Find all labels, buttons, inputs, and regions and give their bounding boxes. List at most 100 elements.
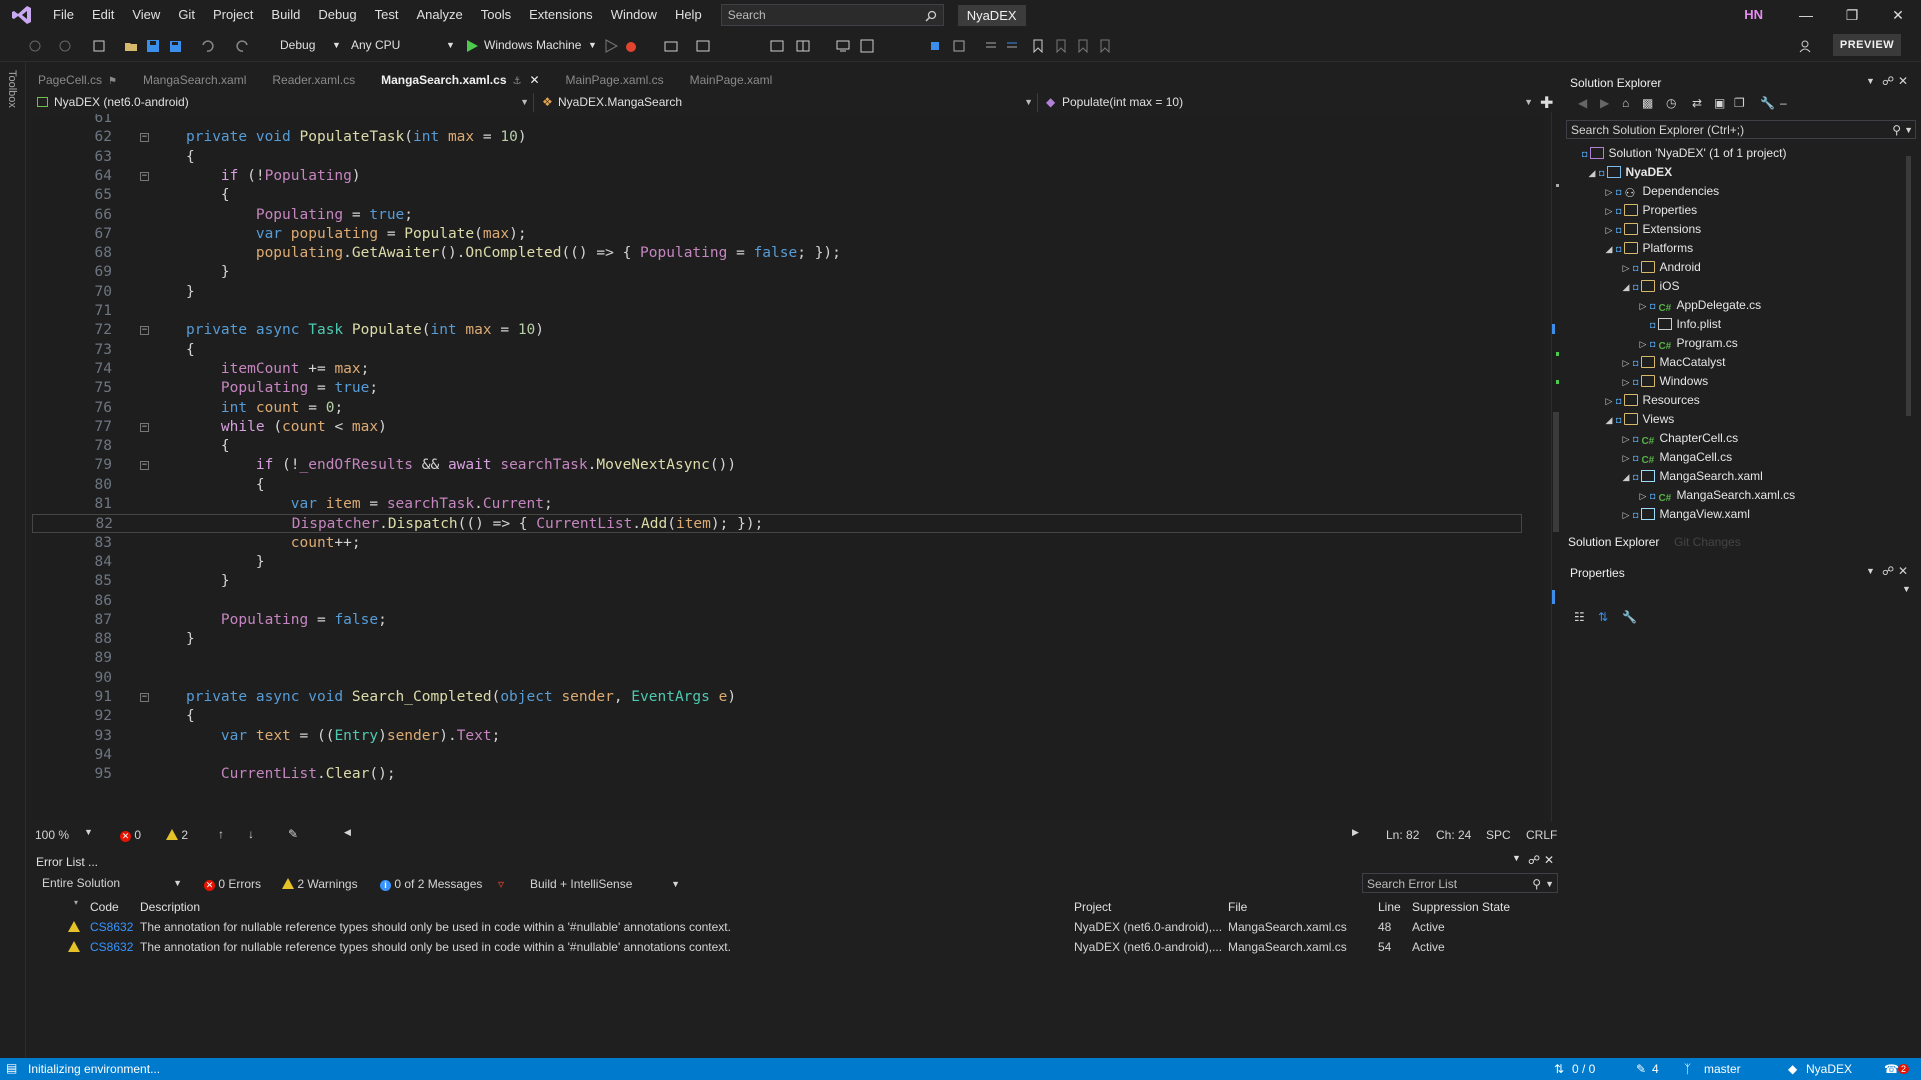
close-icon[interactable]: ✕ xyxy=(1544,853,1554,867)
tab-mangasearch-xaml-cs[interactable]: MangaSearch.xaml.cs ⚓ ✕ xyxy=(369,70,553,90)
expand-arrow-icon[interactable]: ▷ xyxy=(1619,373,1633,392)
code-line[interactable]: 64 − if (!Populating) xyxy=(32,167,1522,186)
tree-item-mangaview-xaml[interactable]: ▷ ◘ MangaView.xaml xyxy=(1619,505,1750,524)
messages-filter-button[interactable]: i 0 of 2 Messages xyxy=(380,875,482,893)
next-bookmark-icon[interactable] xyxy=(1076,39,1090,54)
expand-arrow-icon[interactable]: ▷ xyxy=(1619,259,1633,278)
visual-studio-logo-icon[interactable] xyxy=(0,0,44,30)
chevron-down-icon[interactable]: ▼ xyxy=(1512,853,1521,863)
code-line[interactable]: 83 count++; xyxy=(32,534,1522,553)
expand-arrow-icon[interactable]: ▷ xyxy=(1636,297,1650,316)
tab-mainpage-xaml-cs[interactable]: MainPage.xaml.cs xyxy=(554,70,678,90)
collapse-arrow-icon[interactable]: ◢ xyxy=(1619,278,1633,297)
code-line[interactable]: 91 − private async void Search_Completed(o… xyxy=(32,688,1522,707)
menu-edit[interactable]: Edit xyxy=(83,0,123,30)
error-list-search-input[interactable]: Search Error List ⚲ ▼ xyxy=(1362,873,1558,893)
prev-bookmark-icon[interactable] xyxy=(1054,39,1068,54)
error-code[interactable]: CS8632 xyxy=(90,917,133,937)
member-dropdown[interactable]: ◆ Populate(int max = 10) ▼ xyxy=(1042,93,1537,112)
close-icon[interactable]: ✕ xyxy=(1898,564,1908,578)
save-icon[interactable] xyxy=(146,39,160,53)
tree-item-views[interactable]: ◢ ◘ Views xyxy=(1602,410,1675,430)
code-line[interactable]: 76 int count = 0; xyxy=(32,399,1522,418)
menu-git[interactable]: Git xyxy=(169,0,204,30)
collapse-arrow-icon[interactable]: ◢ xyxy=(1619,468,1633,487)
expand-arrow-icon[interactable]: ▷ xyxy=(1602,183,1616,202)
tree-item-chaptercell-cs[interactable]: ▷ ◘ C# ChapterCell.cs xyxy=(1619,429,1739,449)
save-all-icon[interactable] xyxy=(168,39,182,53)
code-line[interactable]: 88} xyxy=(32,630,1522,649)
menu-window[interactable]: Window xyxy=(602,0,666,30)
column-header-file[interactable]: File xyxy=(1228,897,1247,917)
comment-icon[interactable] xyxy=(984,39,998,53)
tree-item-program-cs[interactable]: ▷ ◘ C# Program.cs xyxy=(1636,334,1738,353)
clear-bookmarks-icon[interactable] xyxy=(1098,39,1112,54)
forward-icon[interactable] xyxy=(58,39,72,53)
browser-link-icon[interactable] xyxy=(664,39,678,53)
switch-views-icon[interactable]: ▩ xyxy=(1642,96,1653,110)
expand-arrow-icon[interactable]: ▷ xyxy=(1619,354,1633,373)
pin-icon[interactable]: ☍ xyxy=(1882,74,1894,88)
branch-icon[interactable]: ᛉ xyxy=(1684,1062,1691,1076)
scope-dropdown[interactable]: Entire Solution ▼ xyxy=(36,873,186,893)
repo-name[interactable]: NyaDEX xyxy=(1806,1062,1852,1076)
expand-arrow-icon[interactable]: ▷ xyxy=(1602,202,1616,221)
tab-mainpage-xaml[interactable]: MainPage.xaml xyxy=(678,70,787,90)
sync-status[interactable]: 0 / 0 xyxy=(1572,1062,1595,1076)
menu-help[interactable]: Help xyxy=(666,0,711,30)
tree-item-platforms[interactable]: ◢ ◘ Platforms xyxy=(1602,239,1694,258)
tree-item-mangacell-cs[interactable]: ▷ ◘ C# MangaCell.cs xyxy=(1619,448,1733,467)
errors-filter-button[interactable]: ✕ 0 Errors xyxy=(204,875,261,893)
pin-icon[interactable]: ⚓ xyxy=(513,76,522,87)
home-icon[interactable]: ⌂ xyxy=(1622,96,1629,110)
forward-icon[interactable]: ▶ xyxy=(1600,96,1609,110)
user-avatar[interactable]: HN xyxy=(1744,7,1763,22)
pencil-icon[interactable]: ✎ xyxy=(1636,1062,1646,1076)
solution-explorer-search-input[interactable]: Search Solution Explorer (Ctrl+;) ⚲ ▼ xyxy=(1566,120,1916,139)
collapse-arrow-icon[interactable]: ◢ xyxy=(1602,411,1616,430)
tree-item-mangasearch-xaml-cs[interactable]: ▷ ◘ C# MangaSearch.xaml.cs xyxy=(1636,486,1796,506)
tree-item-dependencies[interactable]: ▷ ◘ ⚇ Dependencies xyxy=(1602,182,1720,202)
filter-icon[interactable]: ▿ xyxy=(498,875,504,893)
code-line[interactable]: 73 { xyxy=(32,341,1522,360)
menu-test[interactable]: Test xyxy=(366,0,408,30)
menu-extensions[interactable]: Extensions xyxy=(520,0,602,30)
new-project-icon[interactable] xyxy=(92,39,106,53)
code-line[interactable]: 90 xyxy=(32,669,1522,688)
tab-reader-xaml-cs[interactable]: Reader.xaml.cs xyxy=(260,70,369,90)
code-line[interactable]: 93 var text = ((Entry)sender).Text; xyxy=(32,727,1522,746)
panel-icon[interactable] xyxy=(860,39,874,53)
menu-build[interactable]: Build xyxy=(262,0,309,30)
expand-arrow-icon[interactable]: ▷ xyxy=(1636,487,1650,506)
class-dropdown[interactable]: ❖ NyaDEX.MangaSearch ▼ xyxy=(538,93,1038,112)
code-line[interactable]: 70} xyxy=(32,283,1522,302)
column-header-description[interactable]: Description xyxy=(140,897,200,917)
expand-arrow-icon[interactable]: ▷ xyxy=(1619,430,1633,449)
menu-view[interactable]: View xyxy=(123,0,169,30)
tab-solution-explorer[interactable]: Solution Explorer xyxy=(1568,535,1659,549)
collapse-arrow-icon[interactable]: ◢ xyxy=(1585,164,1599,183)
output-icon[interactable]: ▤ xyxy=(6,1061,17,1075)
open-folder-icon[interactable] xyxy=(124,39,138,53)
pin-icon[interactable]: ☍ xyxy=(1528,853,1540,867)
column-header-line[interactable]: Line xyxy=(1378,897,1401,917)
error-code[interactable]: CS8632 xyxy=(90,937,133,957)
editor-scrollbar[interactable] xyxy=(1551,112,1559,822)
code-line[interactable]: 81 var item = searchTask.Current; xyxy=(32,495,1522,514)
collapse-region-icon[interactable]: − xyxy=(140,326,149,336)
code-line[interactable]: 63 { xyxy=(32,148,1522,167)
code-line[interactable]: 94 xyxy=(32,746,1522,765)
column-header-suppression-state[interactable]: Suppression State xyxy=(1412,897,1510,917)
code-editor[interactable]: 61 62 − private void PopulateTask(int max =… xyxy=(32,114,1543,822)
show-all-files-icon[interactable]: ❐ xyxy=(1734,96,1745,110)
code-line[interactable]: 79 − if (!_endOfResults && await searchTa… xyxy=(32,456,1522,475)
code-line[interactable]: 71 xyxy=(32,302,1522,321)
property-pages-icon[interactable]: 🔧 xyxy=(1622,610,1637,624)
code-cleanup-icon[interactable]: ✎ xyxy=(288,827,298,841)
edit-count[interactable]: 4 xyxy=(1652,1062,1659,1076)
error-count-indicator[interactable]: ✕ 0 xyxy=(120,828,141,842)
close-tab-icon[interactable]: ✕ xyxy=(529,73,539,87)
repo-icon[interactable]: ◆ xyxy=(1788,1062,1797,1076)
column-header-project[interactable]: Project xyxy=(1074,897,1111,917)
chevron-down-icon[interactable]: ▼ xyxy=(1902,584,1911,594)
